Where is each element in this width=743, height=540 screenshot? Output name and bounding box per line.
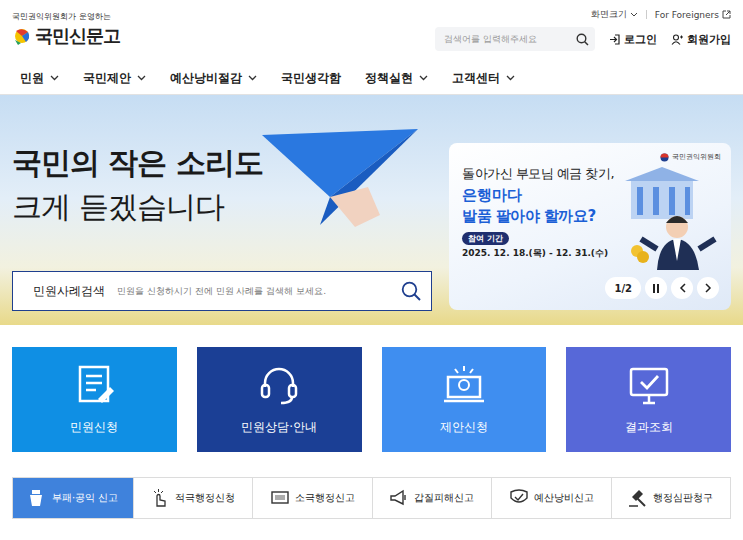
main-nav: 민원 국민제안 예산낭비절감 국민생각함 정책실현 고객센터	[0, 62, 743, 95]
auth-label: 회원가입	[687, 32, 731, 47]
report-tab-label: 적극행정신청	[175, 491, 235, 505]
idea-icon	[442, 363, 486, 405]
report-tab[interactable]: 부패·공익 신고	[13, 478, 133, 518]
emblem-icon	[660, 153, 669, 162]
case-search-label: 민원사례검색	[33, 283, 105, 300]
header-actions: 로그인 회원가입	[435, 27, 731, 51]
bank-person-illustration-icon	[613, 165, 723, 270]
logo-text: 국민신문고	[35, 24, 120, 48]
logo-mark: 국민신문고	[12, 24, 120, 48]
report-tabs: 부패·공익 신고 적극행정신청 소극행정신고 갑질피해신고 예산낭비신고 행정심판청구	[12, 477, 731, 519]
paper-plane-icon	[260, 127, 420, 227]
nav-item[interactable]: 예산낭비절감	[170, 70, 257, 87]
header: 국민권익위원회가 운영하는국민신문고 화면크기 For Foreigners 로그인 회…	[0, 0, 743, 62]
org-tagline: 국민권익위원회가 운영하는	[12, 11, 120, 22]
next-button[interactable]	[697, 277, 719, 299]
external-link-icon	[722, 10, 731, 19]
banner-org-label: 국민권익위원회	[672, 152, 721, 162]
service-tile[interactable]: 제안신청	[382, 347, 547, 452]
search-icon[interactable]	[576, 33, 589, 46]
nav-label: 국민생각함	[281, 70, 341, 87]
service-tiles: 민원신청 민원상담·안내 제안신청 결과조회	[0, 325, 743, 452]
screen-icon	[270, 488, 290, 508]
banner-org: 국민권익위원회	[660, 152, 721, 162]
user-add-icon	[671, 34, 683, 45]
report-tab-label: 부패·공익 신고	[52, 491, 118, 505]
report-tab-label: 갑질피해신고	[414, 491, 474, 505]
gavel-icon	[628, 488, 648, 508]
logo[interactable]: 국민권익위원회가 운영하는국민신문고	[12, 0, 120, 48]
tile-label: 제안신청	[440, 419, 488, 436]
utility-link-label: 화면크기	[591, 8, 627, 21]
report-tab-label: 소극행정신고	[295, 491, 355, 505]
headset-icon	[257, 363, 301, 405]
nav-item[interactable]: 정책실현	[365, 70, 428, 87]
prev-button[interactable]	[671, 277, 693, 299]
service-tile[interactable]: 민원신청	[12, 347, 177, 452]
search-input[interactable]	[444, 34, 572, 44]
slide-counter: 1/2	[605, 277, 641, 299]
chevron-down-icon	[248, 75, 257, 81]
chevron-down-icon	[630, 12, 638, 17]
nav-item[interactable]: 민원	[20, 70, 59, 87]
nav-item[interactable]: 국민제안	[83, 70, 146, 87]
report-tab[interactable]: 갑질피해신고	[372, 478, 492, 518]
logo-icon	[12, 26, 32, 46]
chevron-down-icon	[419, 75, 428, 81]
report-tab-label: 행정심판청구	[653, 491, 713, 505]
tile-label: 민원상담·안내	[241, 419, 317, 436]
separator	[646, 10, 647, 19]
header-right: 화면크기 For Foreigners 로그인 회원가입	[435, 0, 731, 51]
nav-item[interactable]: 국민생각함	[281, 70, 341, 87]
utility-link[interactable]: 화면크기	[591, 8, 638, 21]
case-search: 민원사례검색	[12, 271, 432, 311]
period-label: 참여 기간	[462, 232, 509, 245]
chevron-right-icon	[705, 283, 712, 293]
report-tab[interactable]: 소극행정신고	[252, 478, 372, 518]
mask-shield-icon	[509, 488, 529, 508]
carousel-controls: 1/2	[605, 277, 719, 299]
nav-label: 고객센터	[452, 70, 500, 87]
nav-label: 정책실현	[365, 70, 413, 87]
search-icon[interactable]	[401, 281, 421, 301]
auth-label: 로그인	[624, 32, 657, 47]
chevron-left-icon	[679, 283, 686, 293]
service-tile[interactable]: 민원상담·안내	[197, 347, 362, 452]
login-link[interactable]: 로그인	[609, 32, 657, 47]
pause-icon	[652, 284, 660, 293]
login-icon	[609, 34, 620, 45]
period-date: 2025. 12. 18.(목) - 12. 31.(수)	[462, 247, 608, 260]
megaphone-icon	[389, 488, 409, 508]
nav-label: 민원	[20, 70, 44, 87]
report-tab[interactable]: 예산낭비신고	[491, 478, 611, 518]
case-search-input[interactable]	[117, 286, 389, 296]
chevron-down-icon	[50, 75, 59, 81]
chevron-down-icon	[137, 75, 146, 81]
pointing-hand-icon	[150, 488, 170, 508]
utility-link-label: For Foreigners	[655, 10, 719, 20]
shield-badge-icon	[27, 488, 47, 508]
tile-label: 결과조회	[625, 419, 673, 436]
report-tab[interactable]: 적극행정신청	[133, 478, 253, 518]
search-box	[435, 27, 595, 51]
utility-link[interactable]: For Foreigners	[655, 10, 731, 20]
event-banner[interactable]: 국민권익위원회돌아가신 부모님 예금 찾기,은행마다발품 팔아야 할까요?참여 …	[449, 143, 731, 310]
nav-item[interactable]: 고객센터	[452, 70, 515, 87]
report-tab[interactable]: 행정심판청구	[611, 478, 731, 518]
pause-button[interactable]	[645, 277, 667, 299]
join-link[interactable]: 회원가입	[671, 32, 731, 47]
tile-label: 민원신청	[70, 419, 118, 436]
chevron-down-icon	[506, 75, 515, 81]
document-icon	[72, 363, 116, 405]
monitor-icon	[627, 363, 671, 405]
nav-label: 예산낭비절감	[170, 70, 242, 87]
utility-links: 화면크기 For Foreigners	[591, 8, 731, 21]
hero: 국민의 작은 소리도크게 듣겠습니다민원사례검색국민권익위원회돌아가신 부모님 …	[0, 95, 743, 325]
nav-label: 국민제안	[83, 70, 131, 87]
report-tab-label: 예산낭비신고	[534, 491, 594, 505]
service-tile[interactable]: 결과조회	[566, 347, 731, 452]
